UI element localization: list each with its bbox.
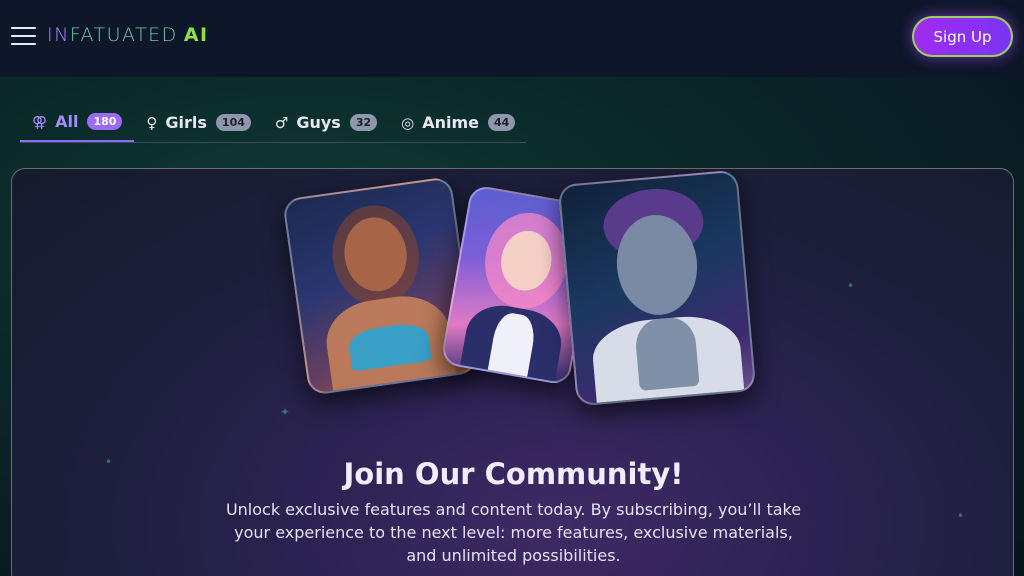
category-tabs: ⚢ All 180 ♀ Girls 104 ♂ Guys 32 ◎ Anime … bbox=[20, 103, 526, 143]
sign-up-button[interactable]: Sign Up bbox=[912, 16, 1013, 57]
logo-part-2: FATUATED bbox=[69, 24, 178, 46]
tab-label: All bbox=[55, 112, 79, 131]
logo-part-1: IN bbox=[47, 24, 70, 46]
sparkle-icon: • bbox=[957, 509, 965, 523]
tab-label: Anime bbox=[422, 113, 480, 132]
male-icon: ♂ bbox=[274, 113, 289, 132]
banner-title: Join Our Community! bbox=[343, 457, 684, 491]
count-badge: 104 bbox=[215, 114, 251, 131]
female-icon: ♀ bbox=[146, 113, 158, 132]
banner-description: Unlock exclusive features and content to… bbox=[225, 500, 802, 565]
all-genders-icon: ⚢ bbox=[32, 112, 48, 131]
site-logo[interactable]: INFATUATED AI bbox=[47, 24, 209, 46]
anime-icon: ◎ bbox=[401, 113, 415, 132]
hamburger-menu-icon[interactable] bbox=[11, 27, 36, 45]
character-photo-woman bbox=[282, 176, 478, 396]
top-header: INFATUATED AI Sign Up bbox=[0, 0, 1024, 77]
count-badge: 32 bbox=[349, 114, 378, 131]
character-photo-man bbox=[557, 169, 757, 407]
tab-label: Guys bbox=[296, 113, 341, 132]
sparkle-icon: • bbox=[847, 279, 855, 293]
tab-guys[interactable]: ♂ Guys 32 bbox=[263, 103, 389, 142]
tab-all[interactable]: ⚢ All 180 bbox=[20, 103, 135, 142]
sparkle-icon: ✦ bbox=[280, 405, 291, 419]
tab-anime[interactable]: ◎ Anime 44 bbox=[389, 103, 527, 142]
tab-label: Girls bbox=[165, 113, 207, 132]
join-community-banner: ✦ • • • Join Our Community! Unlock exclu… bbox=[11, 168, 1014, 576]
logo-part-3: AI bbox=[183, 24, 209, 46]
count-badge: 180 bbox=[87, 113, 123, 130]
count-badge: 44 bbox=[488, 114, 516, 131]
tab-girls[interactable]: ♀ Girls 104 bbox=[134, 103, 262, 142]
